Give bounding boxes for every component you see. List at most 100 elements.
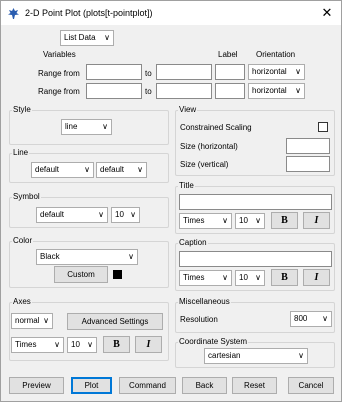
symbol-size-dropdown[interactable]: 10 ∨ [111, 207, 140, 223]
chevron-down-icon: ∨ [128, 252, 134, 261]
label-input-2[interactable] [215, 83, 245, 99]
title-input[interactable] [179, 194, 332, 210]
chevron-down-icon: ∨ [102, 122, 108, 131]
title-bold-button[interactable]: B [271, 212, 298, 229]
title-font-value: Times [183, 216, 205, 225]
size-vertical-input[interactable] [286, 156, 330, 172]
line-thickness-value: default [100, 165, 125, 174]
title-bar: 2-D Point Plot (plots[t-pointplot]) ✕ [1, 1, 341, 25]
preview-button[interactable]: Preview [9, 377, 64, 394]
title-group-title: Title [178, 181, 195, 190]
close-icon[interactable]: ✕ [319, 5, 335, 21]
range-to-label-1: to [145, 69, 152, 78]
range-from-label-1: Range from [38, 69, 80, 78]
axes-size-value: 10 [71, 340, 80, 349]
size-vertical-label: Size (vertical) [180, 160, 229, 169]
constrained-scaling-checkbox[interactable] [318, 122, 328, 132]
color-value: Black [40, 252, 60, 261]
axes-group-title: Axes [12, 297, 32, 306]
axes-bold-button[interactable]: B [103, 336, 130, 353]
range-from-input-1[interactable] [86, 64, 142, 80]
chevron-down-icon: ∨ [84, 165, 90, 174]
axes-mode-value: normal [15, 316, 40, 325]
chevron-down-icon: ∨ [104, 33, 110, 42]
size-horizontal-label: Size (horizontal) [180, 142, 238, 151]
caption-bold-button[interactable]: B [271, 269, 298, 286]
cancel-button[interactable]: Cancel [288, 377, 334, 394]
resolution-dropdown[interactable]: 800 ∨ [290, 311, 332, 327]
list-data-value: List Data [64, 33, 96, 42]
command-button[interactable]: Command [119, 377, 176, 394]
view-group-title: View [178, 105, 198, 114]
chevron-down-icon: ∨ [255, 273, 261, 282]
axes-font-dropdown[interactable]: Times ∨ [11, 337, 64, 353]
chevron-down-icon: ∨ [295, 86, 301, 95]
caption-font-value: Times [183, 273, 205, 282]
chevron-down-icon: ∨ [130, 210, 136, 219]
symbol-dropdown[interactable]: default ∨ [36, 207, 108, 223]
axes-font-value: Times [15, 340, 37, 349]
chevron-down-icon: ∨ [222, 273, 228, 282]
back-button[interactable]: Back [182, 377, 227, 394]
style-dropdown[interactable]: line ∨ [61, 119, 112, 135]
constrained-scaling-label: Constrained Scaling [180, 123, 252, 132]
axes-size-dropdown[interactable]: 10 ∨ [67, 337, 97, 353]
dialog-window: 2-D Point Plot (plots[t-pointplot]) ✕ Li… [0, 0, 342, 402]
line-group-title: Line [12, 148, 30, 157]
range-from-input-2[interactable] [86, 83, 142, 99]
misc-group-title: Miscellaneous [178, 297, 231, 306]
chevron-down-icon: ∨ [322, 314, 328, 323]
plot-button[interactable]: Plot [71, 377, 112, 394]
chevron-down-icon: ∨ [54, 340, 60, 349]
color-swatch [113, 270, 122, 279]
range-from-label-2: Range from [38, 87, 80, 96]
resolution-label: Resolution [180, 315, 218, 324]
title-size-dropdown[interactable]: 10 ∨ [235, 213, 265, 229]
title-font-dropdown[interactable]: Times ∨ [179, 213, 232, 229]
axes-mode-dropdown[interactable]: normal ∨ [11, 313, 53, 329]
symbol-size-value: 10 [115, 210, 124, 219]
chevron-down-icon: ∨ [298, 351, 304, 360]
style-group-title: Style [12, 105, 32, 114]
maple-leaf-icon [8, 8, 19, 19]
caption-input[interactable] [179, 251, 332, 267]
title-size-value: 10 [239, 216, 248, 225]
list-data-dropdown[interactable]: List Data ∨ [60, 30, 114, 46]
chevron-down-icon: ∨ [222, 216, 228, 225]
orientation-dropdown-2[interactable]: horizontal ∨ [248, 83, 305, 99]
custom-color-button[interactable]: Custom [54, 266, 108, 283]
color-group-title: Color [12, 236, 34, 245]
range-to-input-1[interactable] [156, 64, 212, 80]
label-header: Label [218, 50, 238, 59]
window-title: 2-D Point Plot (plots[t-pointplot]) [25, 8, 153, 18]
coord-group-title: Coordinate System [178, 337, 249, 346]
chevron-down-icon: ∨ [255, 216, 261, 225]
coord-system-dropdown[interactable]: cartesian ∨ [204, 348, 308, 364]
title-italic-button[interactable]: I [303, 212, 330, 229]
orientation-value-2: horizontal [252, 86, 287, 95]
caption-group-title: Caption [178, 238, 208, 247]
chevron-down-icon: ∨ [43, 316, 49, 325]
size-horizontal-input[interactable] [286, 138, 330, 154]
resolution-value: 800 [294, 314, 308, 323]
caption-size-value: 10 [239, 273, 248, 282]
range-to-input-2[interactable] [156, 83, 212, 99]
color-dropdown[interactable]: Black ∨ [36, 249, 138, 265]
range-to-label-2: to [145, 87, 152, 96]
label-input-1[interactable] [215, 64, 245, 80]
symbol-group-title: Symbol [12, 192, 41, 201]
orientation-value-1: horizontal [252, 67, 287, 76]
symbol-value: default [40, 210, 65, 219]
line-style-dropdown[interactable]: default ∨ [31, 162, 94, 178]
chevron-down-icon: ∨ [98, 210, 104, 219]
orientation-dropdown-1[interactable]: horizontal ∨ [248, 64, 305, 80]
caption-font-dropdown[interactable]: Times ∨ [179, 270, 232, 286]
reset-button[interactable]: Reset [232, 377, 277, 394]
line-thickness-dropdown[interactable]: default ∨ [96, 162, 147, 178]
axes-italic-button[interactable]: I [135, 336, 162, 353]
chevron-down-icon: ∨ [87, 340, 93, 349]
style-value: line [65, 122, 78, 131]
caption-size-dropdown[interactable]: 10 ∨ [235, 270, 265, 286]
advanced-settings-button[interactable]: Advanced Settings [67, 313, 163, 330]
caption-italic-button[interactable]: I [303, 269, 330, 286]
